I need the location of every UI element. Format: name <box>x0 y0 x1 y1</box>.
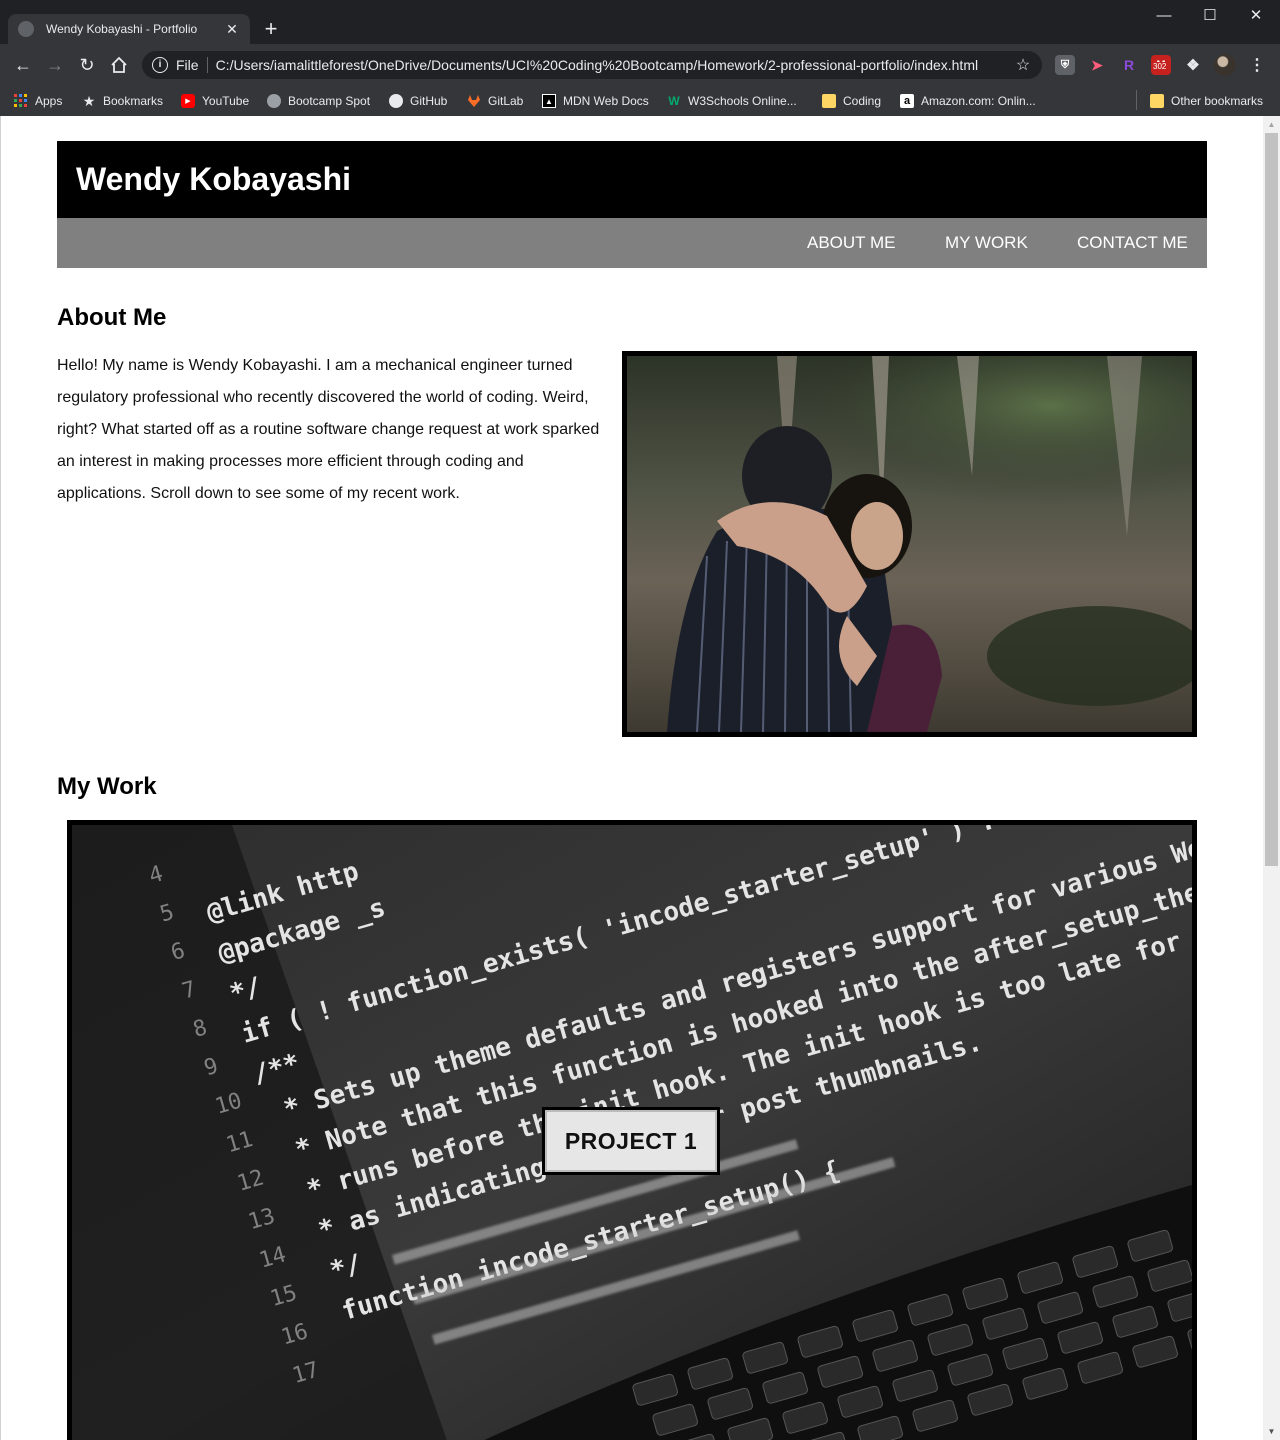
kebab-menu-icon[interactable]: ⋮ <box>1247 55 1267 75</box>
page-favicon-icon <box>18 21 34 37</box>
gitlab-icon <box>467 94 481 108</box>
back-arrow-icon[interactable]: ← <box>10 52 36 78</box>
github-icon <box>389 94 403 108</box>
bookmark-label: Apps <box>35 94 63 108</box>
work-heading: My Work <box>57 773 157 800</box>
browser-toolbar: ← → ↻ i File C:/Users/iamalittleforest/O… <box>0 44 1280 86</box>
site-nav: ABOUT ME MY WORK CONTACT ME <box>57 218 1207 268</box>
about-paragraph: Hello! My name is Wendy Kobayashi. I am … <box>57 357 600 502</box>
r-extension-icon[interactable]: R <box>1119 55 1139 75</box>
bookmarks-divider <box>1136 90 1137 110</box>
mdn-icon: ▲ <box>542 94 556 108</box>
site-header: Wendy Kobayashi <box>57 141 1207 218</box>
folder-icon <box>822 94 836 108</box>
pointer-extension-icon[interactable]: ➤ <box>1087 55 1107 75</box>
address-bar[interactable]: i File C:/Users/iamalittleforest/OneDriv… <box>142 51 1042 79</box>
about-photo <box>622 351 1197 737</box>
about-heading: About Me <box>57 304 167 331</box>
site-title: Wendy Kobayashi <box>76 161 352 197</box>
bookmark-apps[interactable]: Apps <box>14 91 62 111</box>
bookmark-label: YouTube <box>202 94 250 108</box>
globe-icon <box>267 94 281 108</box>
tab-strip: Wendy Kobayashi - Portfolio ✕ + — ☐ ✕ <box>0 0 1280 44</box>
shield-extension-icon[interactable]: ⛨ <box>1055 55 1075 75</box>
minimize-window-icon[interactable]: — <box>1141 0 1187 30</box>
home-icon[interactable] <box>106 52 132 78</box>
site-info-icon[interactable]: i <box>152 57 168 73</box>
new-tab-button[interactable]: + <box>258 17 284 43</box>
extension-count-badge: 302 <box>1151 62 1169 72</box>
w3schools-icon: W <box>668 94 680 108</box>
reload-icon[interactable]: ↻ <box>74 52 100 78</box>
forward-arrow-icon[interactable]: → <box>42 52 68 78</box>
bookmark-bootcamp-spot[interactable]: Bootcamp Spot <box>267 91 370 111</box>
puzzle-extensions-icon[interactable]: ❖ <box>1183 55 1203 75</box>
project-1-button[interactable]: PROJECT 1 <box>542 1107 720 1175</box>
bookmark-bookmarks[interactable]: ★ Bookmarks <box>82 91 163 111</box>
bookmark-label: Other bookmarks <box>1171 94 1264 108</box>
bookmark-label: Bootcamp Spot <box>288 94 371 108</box>
youtube-icon: ▶ <box>181 94 195 108</box>
amazon-icon: a <box>900 94 914 108</box>
bookmark-other[interactable]: Other bookmarks <box>1150 91 1263 111</box>
file-scheme-label: File <box>176 57 208 73</box>
bookmarks-bar: Apps ★ Bookmarks ▶ YouTube Bootcamp Spot… <box>0 86 1280 116</box>
bookmark-youtube[interactable]: ▶ YouTube <box>181 91 249 111</box>
bookmark-w3schools[interactable]: W W3Schools Online... <box>667 91 797 111</box>
scroll-down-arrow-icon[interactable]: ▼ <box>1263 1423 1280 1440</box>
scrollbar-thumb[interactable] <box>1265 133 1278 866</box>
close-tab-icon[interactable]: ✕ <box>224 21 240 38</box>
bookmark-label: Amazon.com: Onlin... <box>921 94 1036 108</box>
star-icon: ★ <box>82 92 96 109</box>
bookmark-label: Coding <box>843 94 882 108</box>
bookmark-amazon[interactable]: a Amazon.com: Onlin... <box>900 91 1036 111</box>
maximize-window-icon[interactable]: ☐ <box>1187 0 1233 30</box>
tab-title: Wendy Kobayashi - Portfolio <box>46 22 198 36</box>
profile-avatar[interactable] <box>1214 54 1236 76</box>
url-text[interactable]: C:/Users/iamalittleforest/OneDrive/Docum… <box>216 57 1014 73</box>
close-window-icon[interactable]: ✕ <box>1233 0 1279 30</box>
nav-link-my-work[interactable]: MY WORK <box>945 233 1028 253</box>
bookmark-label: MDN Web Docs <box>563 94 649 108</box>
nav-link-contact-me[interactable]: CONTACT ME <box>1077 233 1188 253</box>
apps-grid-icon <box>14 94 28 108</box>
bookmark-github[interactable]: GitHub <box>389 91 447 111</box>
bookmark-mdn[interactable]: ▲ MDN Web Docs <box>542 91 649 111</box>
bookmark-label: W3Schools Online... <box>688 94 797 108</box>
bookmark-label: GitLab <box>488 94 524 108</box>
bookmark-coding-folder[interactable]: Coding <box>822 91 881 111</box>
folder-icon <box>1150 94 1164 108</box>
bookmark-label: GitHub <box>410 94 448 108</box>
browser-tab[interactable]: Wendy Kobayashi - Portfolio ✕ <box>8 14 250 44</box>
nav-link-about-me[interactable]: ABOUT ME <box>807 233 895 253</box>
browser-chrome: Wendy Kobayashi - Portfolio ✕ + — ☐ ✕ ← … <box>0 0 1280 116</box>
couple-photo-image <box>627 356 1192 732</box>
scroll-up-arrow-icon[interactable]: ▲ <box>1263 116 1280 133</box>
bookmark-star-icon[interactable]: ☆ <box>1014 55 1032 75</box>
bookmark-gitlab[interactable]: GitLab <box>467 91 523 111</box>
bookmark-label: Bookmarks <box>103 94 164 108</box>
